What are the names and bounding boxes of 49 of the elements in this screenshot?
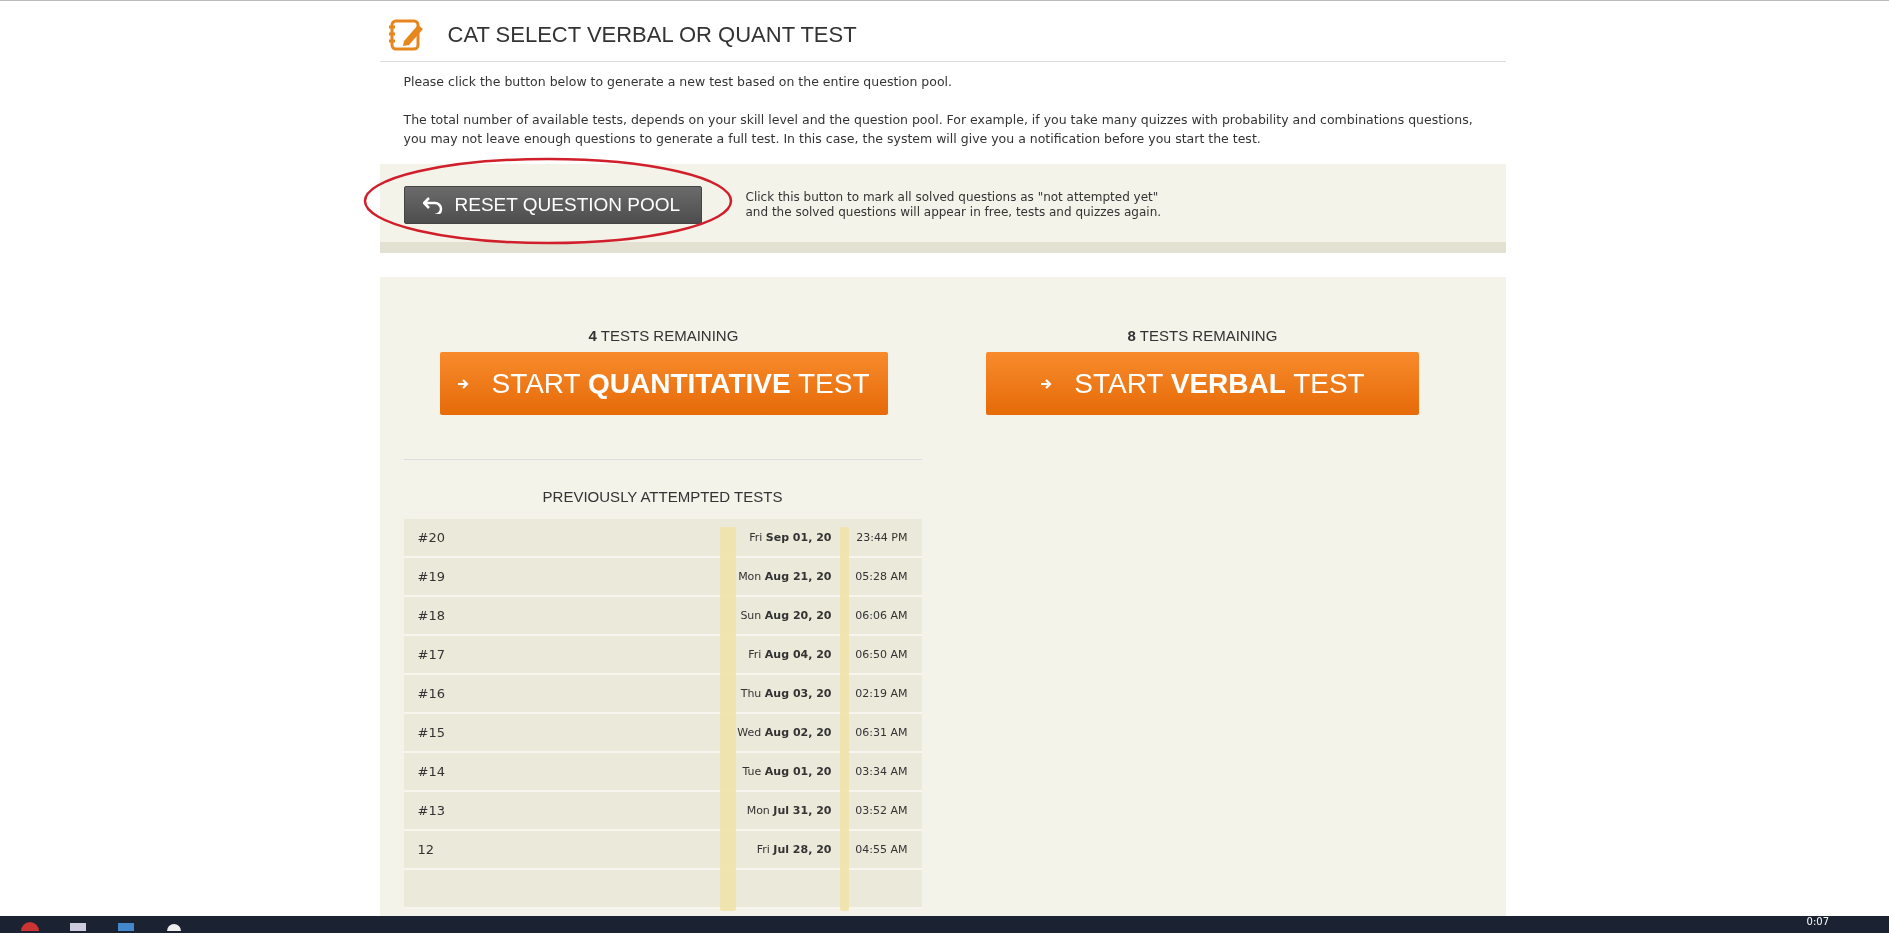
reset-note: and the solved questions will appear in free, tests and quizzes again.: [745, 205, 1162, 220]
tests-remaining: 8 TESTS REMAINING: [1127, 327, 1278, 344]
test-name: #19: [417, 569, 446, 584]
test-date: Sun Aug 20, 20: [739, 609, 832, 622]
test-time: 03:34 AM: [854, 765, 908, 778]
test-name: #18: [417, 608, 446, 623]
test-name: 12: [417, 842, 436, 857]
test-name: #16: [417, 686, 446, 701]
test-row[interactable]: #20 Fri Sep 01, 20 23:44 PM: [403, 519, 922, 558]
arrow-icon: [1040, 377, 1053, 390]
test-name: #15: [417, 725, 446, 740]
test-time: 02:19 AM: [854, 687, 908, 700]
test-time: 06:06 AM: [854, 609, 908, 622]
test-row[interactable]: #13 Mon Jul 31, 20 03:52 AM: [403, 792, 922, 831]
arrow-icon: [457, 377, 470, 390]
test-date: Tue Aug 01, 20: [741, 765, 832, 778]
test-time: 03:52 AM: [854, 804, 908, 817]
test-date: Fri Aug 04, 20: [747, 648, 832, 661]
test-row[interactable]: #15 Wed Aug 02, 20 06:31 AM: [403, 714, 922, 753]
reset-note: Click this button to mark all solved questions as "not attempted yet": [745, 190, 1160, 205]
test-date: Fri Jul 28, 20: [755, 843, 832, 856]
undo-icon: [422, 196, 443, 214]
test-row[interactable]: #17 Fri Aug 04, 20 06:50 AM: [403, 636, 922, 675]
test-date: Mon Jul 31, 20: [745, 804, 832, 817]
tests-remaining: 4 TESTS REMAINING: [588, 327, 739, 344]
history-title: PREVIOUSLY ATTEMPTED TESTS: [541, 487, 784, 507]
test-row[interactable]: #16 Thu Aug 03, 20 02:19 AM: [403, 675, 922, 714]
test-name: #13: [417, 803, 446, 818]
test-time: 06:50 AM: [854, 648, 908, 661]
test-row[interactable]: 12 Fri Jul 28, 20 04:55 AM: [403, 831, 922, 870]
test-time: 04:55 AM: [854, 843, 908, 856]
test-time: 23:44 PM: [855, 531, 908, 544]
test-time: 05:28 AM: [854, 570, 908, 583]
test-date: Wed Aug 02, 20: [736, 726, 832, 739]
test-row[interactable]: #18 Sun Aug 20, 20 06:06 AM: [403, 597, 922, 636]
test-date: Fri Sep 01, 20: [748, 531, 832, 544]
intro-text: The total number of available tests, depends on your skill level and the question pool. For example, if you take many quizzes with probability and combinations questions, you may not leave enough questions to generate a full test. In this case, the system will give you a notification before you start the test.: [402, 111, 1474, 148]
test-name: #14: [417, 764, 446, 779]
test-row[interactable]: #19 Mon Aug 21, 20 05:28 AM: [403, 558, 922, 597]
test-date: Mon Aug 21, 20: [737, 570, 832, 583]
reset-question-pool-button[interactable]: RESET QUESTION POOL: [403, 186, 702, 224]
test-time: 06:31 AM: [854, 726, 908, 739]
test-name: #17: [417, 647, 446, 662]
page-title: CAT SELECT VERBAL OR QUANT TEST: [447, 22, 857, 48]
test-name: #20: [417, 530, 446, 545]
intro-text: Please click the button below to generate a new test based on the entire question pool.: [402, 73, 954, 91]
test-date: Thu Aug 03, 20: [739, 687, 832, 700]
test-row[interactable]: #14 Tue Aug 01, 20 03:34 AM: [403, 753, 922, 792]
clock: 0:07: [1806, 916, 1829, 927]
